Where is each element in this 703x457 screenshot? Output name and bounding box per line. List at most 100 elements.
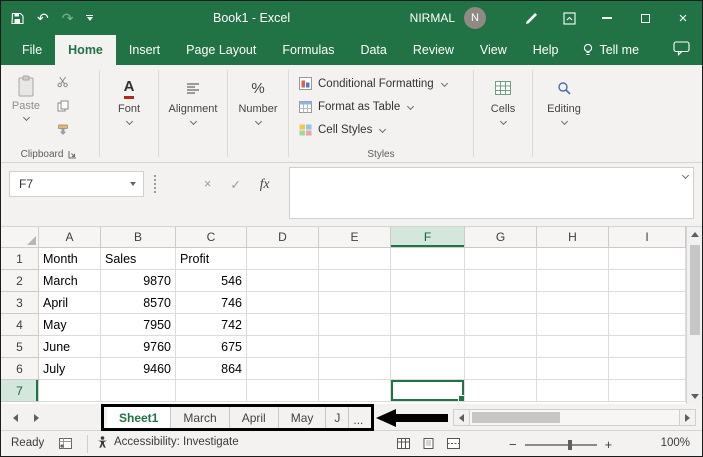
- cell-A6[interactable]: July: [39, 358, 101, 380]
- insert-function-button[interactable]: fx: [260, 176, 270, 192]
- alignment-group-button[interactable]: Alignment: [161, 65, 225, 162]
- cell-F4[interactable]: [391, 314, 465, 336]
- cell-E2[interactable]: [319, 270, 391, 292]
- macro-record-button[interactable]: [59, 438, 72, 452]
- cell-D4[interactable]: [247, 314, 319, 336]
- cell-I6[interactable]: [609, 358, 686, 380]
- cut-button[interactable]: [53, 73, 73, 90]
- cell-D1[interactable]: [247, 248, 319, 270]
- vertical-scrollbar[interactable]: [686, 227, 702, 404]
- customize-quick-access-button[interactable]: [86, 15, 93, 22]
- cell-C4[interactable]: 742: [176, 314, 247, 336]
- number-group-button[interactable]: % Number: [230, 65, 286, 162]
- name-box[interactable]: F7: [9, 171, 144, 197]
- pen-button[interactable]: [512, 1, 550, 35]
- cell-A2[interactable]: March: [39, 270, 101, 292]
- cell-B5[interactable]: 9760: [101, 336, 176, 358]
- cell-G6[interactable]: [465, 358, 537, 380]
- zoom-level[interactable]: 100%: [661, 437, 690, 449]
- cell-B1[interactable]: Sales: [101, 248, 176, 270]
- cell-C6[interactable]: 864: [176, 358, 247, 380]
- redo-button[interactable]: ↷: [62, 10, 74, 27]
- tab-review[interactable]: Review: [400, 35, 467, 65]
- tab-file[interactable]: File: [9, 35, 55, 65]
- cell-A1[interactable]: Month: [39, 248, 101, 270]
- row-header-7[interactable]: 7: [1, 380, 39, 402]
- row-header-3[interactable]: 3: [1, 292, 39, 314]
- cell-E1[interactable]: [319, 248, 391, 270]
- cell-B3[interactable]: 8570: [101, 292, 176, 314]
- close-button[interactable]: ×: [664, 1, 702, 35]
- scroll-right-button[interactable]: [679, 409, 696, 426]
- normal-view-button[interactable]: [397, 438, 410, 452]
- ribbon-display-options-button[interactable]: [550, 1, 588, 35]
- font-group-button[interactable]: A Font: [102, 65, 156, 162]
- row-header-6[interactable]: 6: [1, 358, 39, 380]
- scroll-up-button[interactable]: [687, 227, 702, 242]
- row-header-4[interactable]: 4: [1, 314, 39, 336]
- column-header-B[interactable]: B: [101, 227, 176, 248]
- cell-C2[interactable]: 546: [176, 270, 247, 292]
- column-header-C[interactable]: C: [176, 227, 247, 248]
- minimize-button[interactable]: [588, 1, 626, 35]
- column-header-D[interactable]: D: [247, 227, 319, 248]
- cell-A4[interactable]: May: [39, 314, 101, 336]
- comments-button[interactable]: [673, 41, 690, 61]
- cell-D3[interactable]: [247, 292, 319, 314]
- tab-view[interactable]: View: [467, 35, 520, 65]
- maximize-button[interactable]: [626, 1, 664, 35]
- cell-G4[interactable]: [465, 314, 537, 336]
- tab-page-layout[interactable]: Page Layout: [173, 35, 269, 65]
- cell-D2[interactable]: [247, 270, 319, 292]
- cell-H6[interactable]: [537, 358, 609, 380]
- cell-E4[interactable]: [319, 314, 391, 336]
- cell-F6[interactable]: [391, 358, 465, 380]
- scroll-down-button[interactable]: [687, 389, 702, 404]
- paste-button[interactable]: Paste: [6, 71, 46, 141]
- cell-I1[interactable]: [609, 248, 686, 270]
- horizontal-scrollbar-track[interactable]: [470, 409, 679, 426]
- cell-D7[interactable]: [247, 380, 319, 402]
- save-button[interactable]: [11, 12, 24, 25]
- user-name[interactable]: NIRMAL: [410, 11, 455, 25]
- row-header-1[interactable]: 1: [1, 248, 39, 270]
- dialog-launcher-icon[interactable]: [68, 150, 77, 159]
- cell-A5[interactable]: June: [39, 336, 101, 358]
- cell-I5[interactable]: [609, 336, 686, 358]
- cell-E6[interactable]: [319, 358, 391, 380]
- page-layout-view-button[interactable]: [422, 438, 435, 452]
- cell-I4[interactable]: [609, 314, 686, 336]
- cell-G2[interactable]: [465, 270, 537, 292]
- row-header-5[interactable]: 5: [1, 336, 39, 358]
- enter-button[interactable]: ✓: [230, 177, 240, 192]
- cell-G3[interactable]: [465, 292, 537, 314]
- cancel-button[interactable]: ×: [204, 177, 211, 191]
- zoom-slider-handle[interactable]: [568, 440, 572, 450]
- previous-sheet-button[interactable]: [13, 414, 18, 422]
- zoom-in-button[interactable]: +: [605, 437, 613, 452]
- column-header-E[interactable]: E: [319, 227, 391, 248]
- horizontal-scrollbar-thumb[interactable]: [472, 412, 560, 423]
- tab-data[interactable]: Data: [347, 35, 399, 65]
- cell-H2[interactable]: [537, 270, 609, 292]
- expand-formula-bar-icon[interactable]: [682, 172, 689, 179]
- select-all-corner[interactable]: [1, 227, 39, 248]
- cell-B7[interactable]: [101, 380, 176, 402]
- cell-H1[interactable]: [537, 248, 609, 270]
- column-header-F[interactable]: F: [391, 227, 465, 248]
- cell-E5[interactable]: [319, 336, 391, 358]
- cell-F7[interactable]: [391, 380, 465, 402]
- page-break-preview-button[interactable]: [447, 438, 460, 452]
- cell-A7[interactable]: [39, 380, 101, 402]
- scroll-left-button[interactable]: [453, 409, 470, 426]
- cell-B2[interactable]: 9870: [101, 270, 176, 292]
- cell-F5[interactable]: [391, 336, 465, 358]
- cell-H7[interactable]: [537, 380, 609, 402]
- column-header-I[interactable]: I: [609, 227, 686, 248]
- tab-insert[interactable]: Insert: [116, 35, 173, 65]
- cell-B6[interactable]: 9460: [101, 358, 176, 380]
- cell-G1[interactable]: [465, 248, 537, 270]
- formula-input[interactable]: [289, 167, 694, 219]
- horizontal-scrollbar[interactable]: [453, 409, 696, 426]
- cell-G5[interactable]: [465, 336, 537, 358]
